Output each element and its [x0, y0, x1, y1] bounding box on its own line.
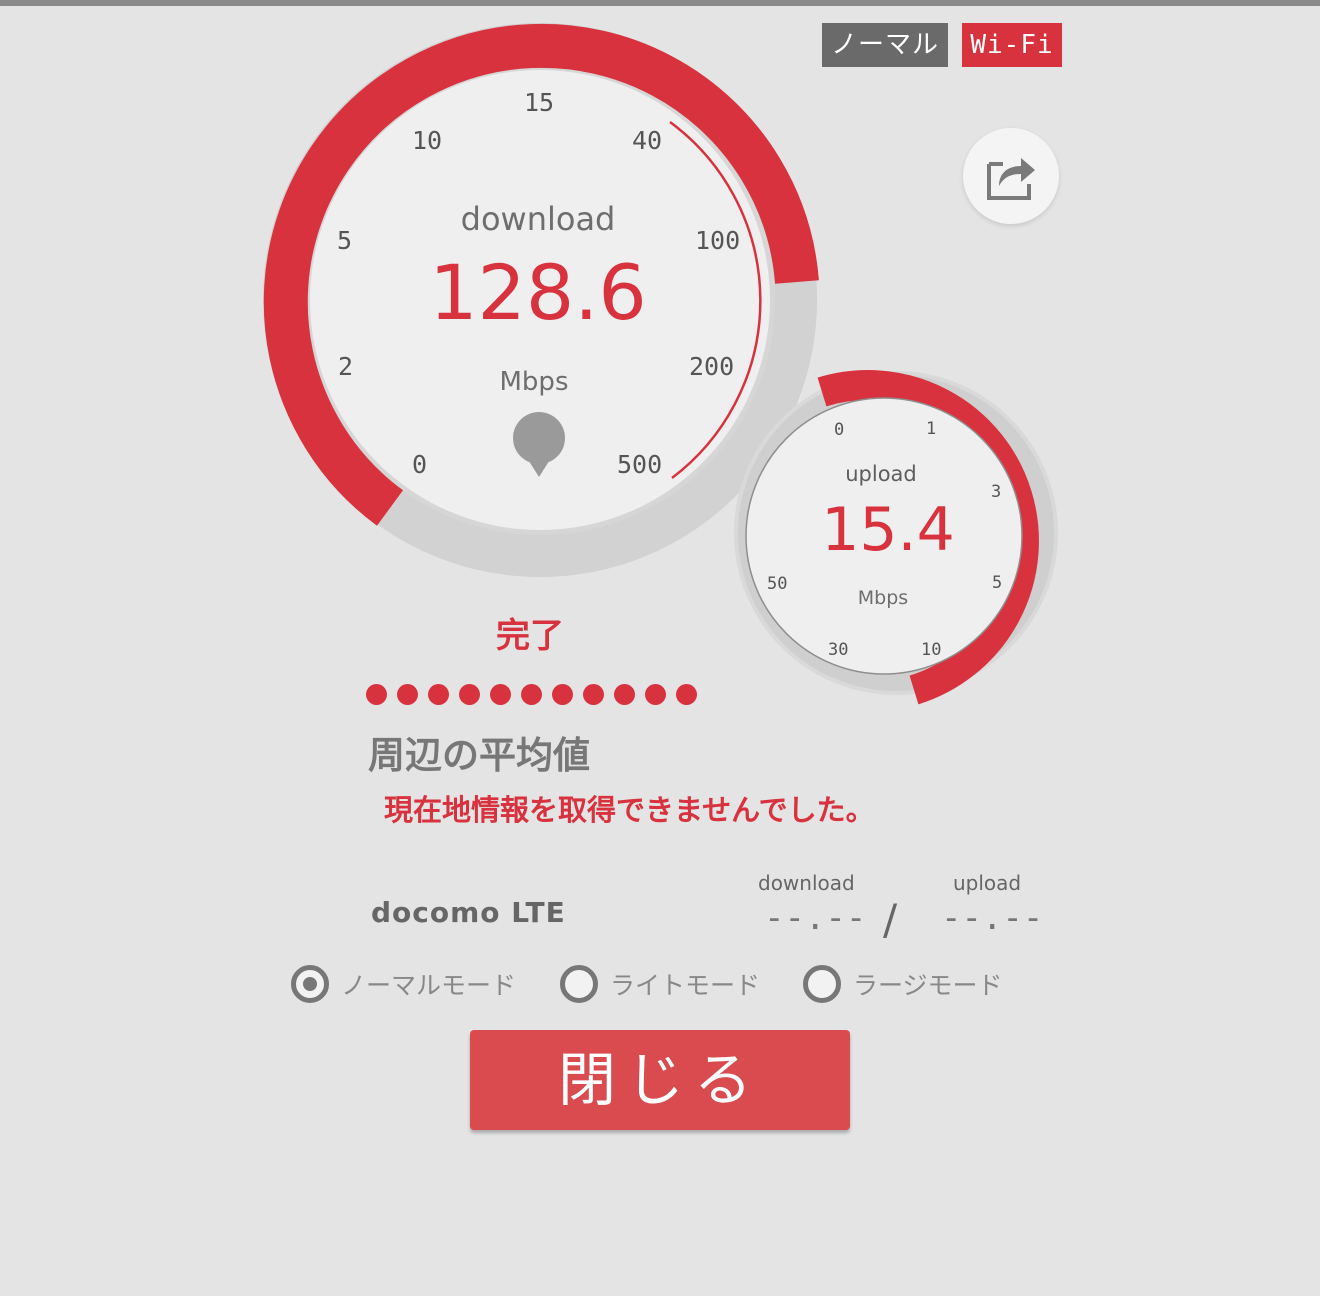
download-tick: 5	[337, 226, 353, 255]
average-upload-label: upload	[953, 871, 1022, 895]
upload-tick: 1	[926, 419, 937, 439]
status-text: 完了	[496, 616, 564, 656]
upload-value: 15.4	[821, 495, 955, 565]
radio-label: ラージモード	[853, 971, 1003, 1000]
radio-label: ライトモード	[610, 971, 761, 1000]
average-download-value: --.--	[764, 898, 867, 938]
download-label: download	[460, 200, 616, 238]
location-error-message: 現在地情報を取得できませんでした。	[384, 793, 875, 827]
upload-tick: 0	[834, 420, 845, 440]
radio-button-selected[interactable]	[291, 965, 329, 1003]
value-separator: /	[883, 895, 898, 944]
progress-dot	[521, 684, 542, 705]
download-unit: Mbps	[499, 367, 569, 397]
download-value: 128.6	[429, 248, 647, 337]
carrier-label: docomo LTE	[371, 896, 566, 929]
progress-dot	[645, 684, 666, 705]
progress-dot	[366, 684, 387, 705]
average-title: 周辺の平均値	[368, 734, 590, 777]
download-tick: 40	[632, 126, 663, 155]
download-tick: 2	[338, 352, 354, 381]
progress-dot	[614, 684, 635, 705]
upload-tick: 3	[991, 482, 1002, 502]
download-tick: 200	[689, 352, 735, 381]
progress-dot	[552, 684, 573, 705]
upload-unit: Mbps	[857, 587, 909, 609]
progress-dots	[366, 684, 697, 708]
progress-dot	[459, 684, 480, 705]
upload-tick: 30	[828, 640, 849, 660]
radio-label: ノーマルモード	[341, 971, 517, 1000]
radio-button[interactable]	[560, 965, 598, 1003]
download-tick: 15	[524, 88, 555, 117]
download-tick: 0	[412, 450, 428, 479]
upload-tick: 10	[921, 640, 942, 660]
download-tick: 500	[617, 450, 663, 479]
progress-dot	[583, 684, 604, 705]
progress-dot	[676, 684, 697, 705]
radio-button[interactable]	[803, 965, 841, 1003]
close-button[interactable]: 閉じる	[470, 1030, 850, 1130]
upload-label: upload	[845, 462, 917, 486]
upload-tick: 50	[767, 574, 788, 594]
download-tick: 10	[412, 126, 443, 155]
radio-light-mode[interactable]: ライトモード	[560, 960, 760, 1008]
radio-large-mode[interactable]: ラージモード	[803, 960, 1003, 1008]
upload-tick: 5	[992, 573, 1003, 593]
average-download-label: download	[758, 871, 855, 895]
progress-dot	[428, 684, 449, 705]
download-tick: 100	[695, 226, 741, 255]
average-upload-value: --.--	[941, 898, 1044, 938]
radio-normal-mode[interactable]: ノーマルモード	[291, 960, 516, 1008]
progress-dot	[397, 684, 418, 705]
progress-dot	[490, 684, 511, 705]
